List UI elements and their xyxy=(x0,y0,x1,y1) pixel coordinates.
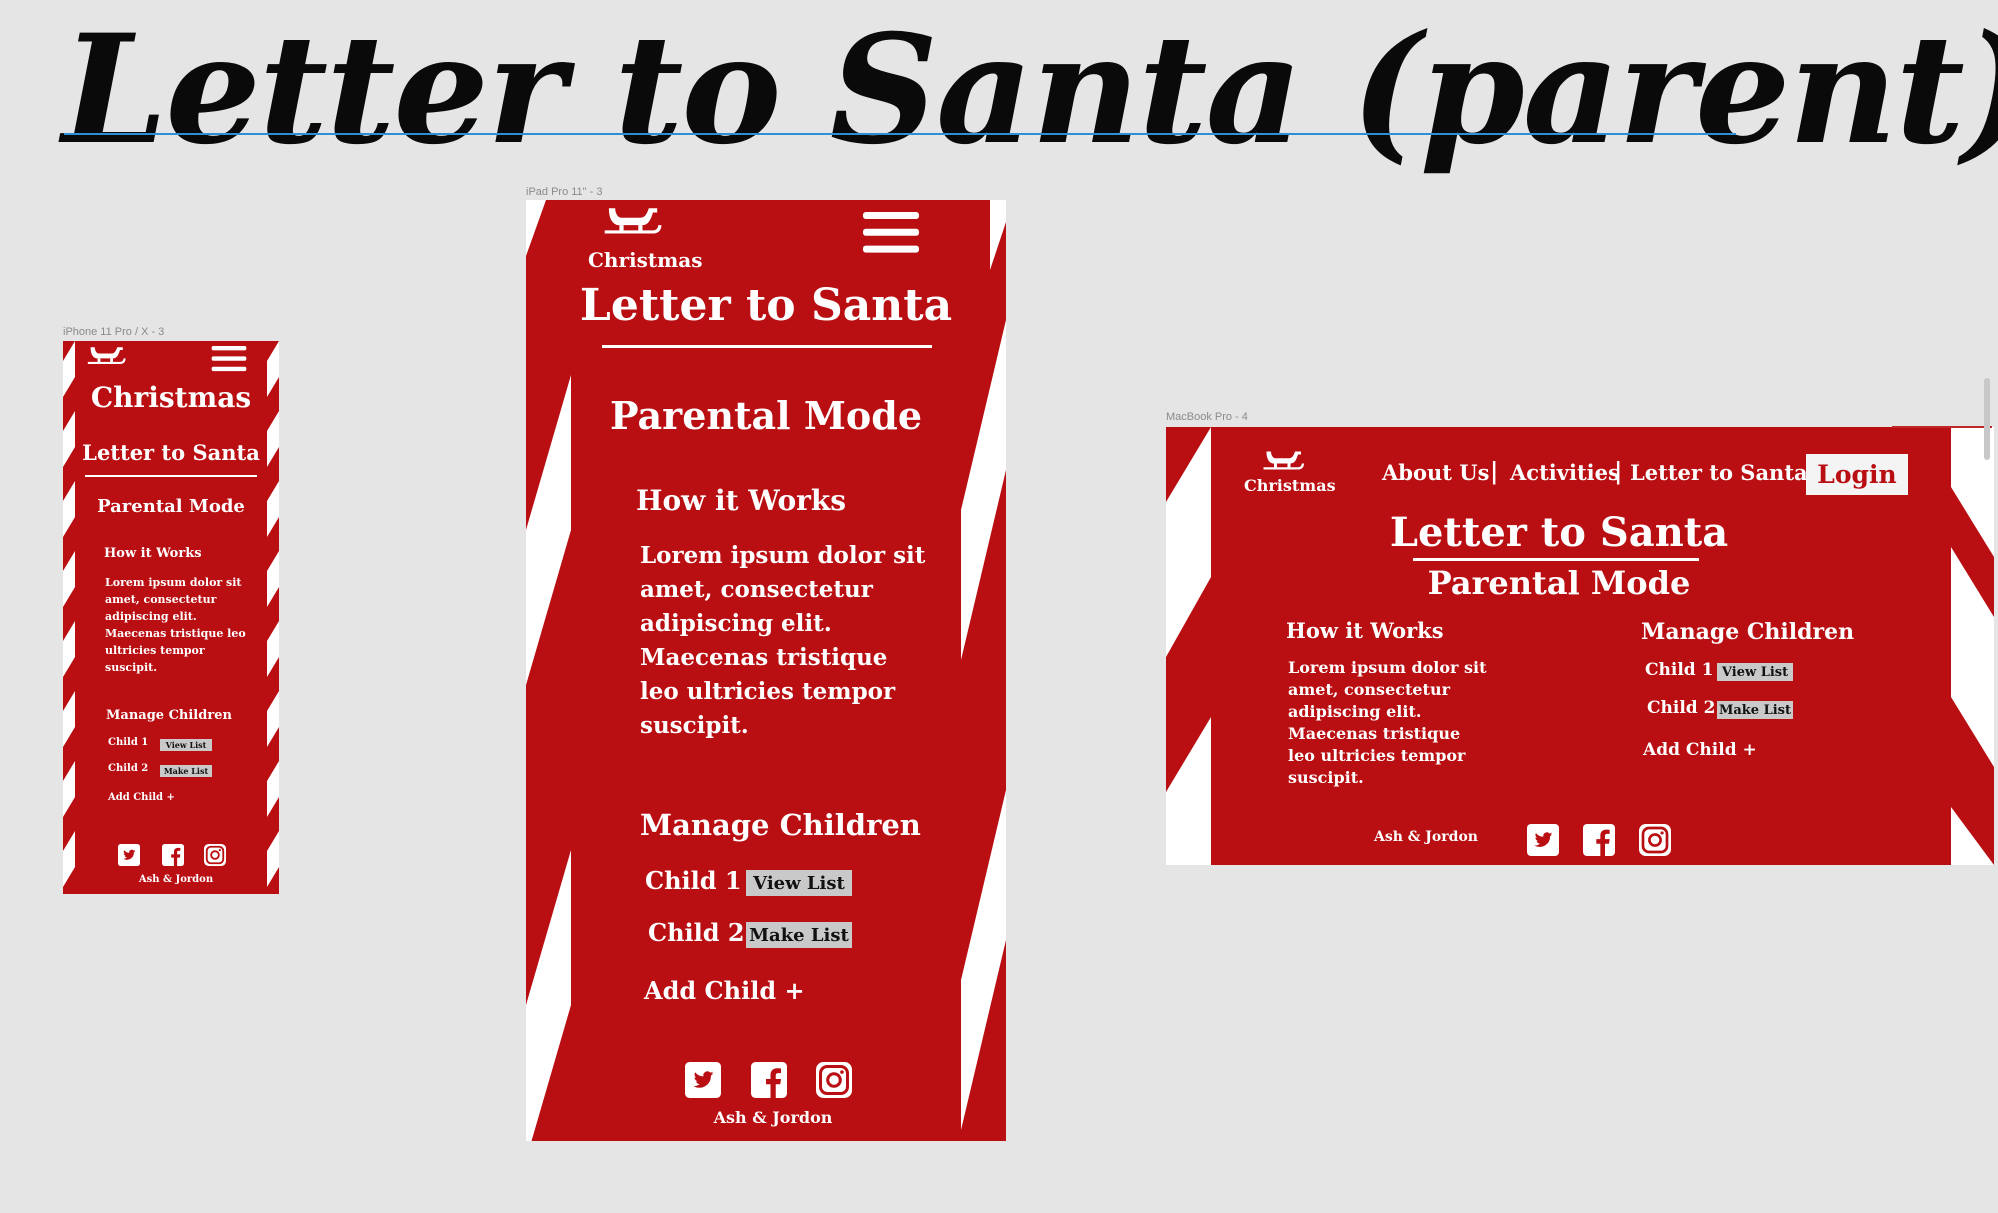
body-line-3: adipiscing elit. xyxy=(1288,702,1422,721)
body-line-1: Lorem ipsum dolor sit xyxy=(1288,658,1487,677)
how-it-works-heading: How it Works xyxy=(104,546,202,561)
body-line-4: Maecenas tristique xyxy=(1288,724,1461,743)
nav-about-us[interactable]: About Us xyxy=(1382,460,1489,485)
brand-label: Christmas xyxy=(1244,476,1336,495)
child-1-label: Child 1 xyxy=(645,866,742,895)
facebook-icon[interactable] xyxy=(162,844,184,866)
body-line-1: Lorem ipsum dolor sit xyxy=(640,542,926,569)
child-2-label: Child 2 xyxy=(1647,698,1716,718)
manage-children-heading: Manage Children xyxy=(640,808,921,842)
nav-activities[interactable]: Activities xyxy=(1510,460,1620,485)
make-list-button[interactable]: Make List xyxy=(746,922,852,948)
twitter-icon[interactable] xyxy=(685,1062,721,1098)
title-underline xyxy=(602,345,932,348)
phone-frame-label: iPhone 11 Pro / X - 3 xyxy=(63,326,165,338)
how-it-works-heading: How it Works xyxy=(636,484,847,517)
add-child-link[interactable]: Add Child + xyxy=(644,976,805,1005)
frame-selection-edge xyxy=(1892,426,1992,428)
instagram-icon[interactable] xyxy=(204,844,226,866)
manage-children-heading: Manage Children xyxy=(1641,619,1855,645)
title-underline xyxy=(1413,558,1699,561)
title-underline xyxy=(85,475,257,477)
how-it-works-heading: How it Works xyxy=(1286,618,1444,643)
phone-frame: Christmas Letter to Santa Parental Mode … xyxy=(63,341,279,894)
body-line-2: amet, consectetur xyxy=(640,576,873,603)
parental-mode-heading: Parental Mode xyxy=(1427,564,1691,602)
child-1-label: Child 1 xyxy=(108,737,149,748)
login-button[interactable]: Login xyxy=(1806,454,1908,495)
parental-mode-heading: Parental Mode xyxy=(97,496,245,517)
desktop-frame-label: MacBook Pro - 4 xyxy=(1166,411,1248,423)
facebook-icon[interactable] xyxy=(751,1062,787,1098)
letter-title: Letter to Santa xyxy=(82,440,260,465)
letter-title: Letter to Santa xyxy=(579,280,953,331)
view-list-button[interactable]: View List xyxy=(746,870,852,896)
tablet-frame: Christmas Letter to Santa Parental Mode … xyxy=(526,200,1006,1141)
how-it-works-body: Lorem ipsum dolor sit amet, consectetur … xyxy=(105,576,246,674)
hamburger-menu-icon[interactable] xyxy=(862,212,920,254)
view-list-button[interactable]: View List xyxy=(160,739,212,751)
canvas-scrollbar[interactable] xyxy=(1984,378,1990,460)
body-line-4: Maecenas tristique xyxy=(640,644,888,671)
footer-credit: Ash & Jordon xyxy=(138,874,214,885)
nav-letter-to-santa[interactable]: Letter to Santa xyxy=(1630,460,1808,485)
body-line-2: amet, consectetur xyxy=(1288,680,1451,699)
body-line-6: suscipit. xyxy=(640,712,749,739)
child-2-label: Child 2 xyxy=(648,918,745,947)
title-guide-line xyxy=(64,133,1736,135)
parental-mode-heading: Parental Mode xyxy=(610,393,922,438)
manage-children-heading: Manage Children xyxy=(106,708,232,723)
body-line-3: adipiscing elit. xyxy=(640,610,832,637)
letter-title: Letter to Santa xyxy=(1389,509,1729,556)
twitter-icon[interactable] xyxy=(118,844,140,866)
sleigh-icon[interactable] xyxy=(1260,447,1306,477)
footer-credit: Ash & Jordon xyxy=(1374,829,1478,845)
child-1-label: Child 1 xyxy=(1645,660,1714,680)
brand-label: Christmas xyxy=(588,248,703,272)
instagram-icon[interactable] xyxy=(816,1062,852,1098)
footer-credit: Ash & Jordon xyxy=(713,1108,833,1127)
sleigh-icon[interactable] xyxy=(600,202,664,244)
page-title: Letter to Santa (parent) xyxy=(62,2,1998,178)
hamburger-menu-icon[interactable] xyxy=(209,346,249,372)
twitter-icon[interactable] xyxy=(1527,824,1559,856)
instagram-icon[interactable] xyxy=(1639,824,1671,856)
sleigh-icon[interactable] xyxy=(85,343,127,371)
nav-separator: | xyxy=(1614,458,1623,485)
child-2-label: Child 2 xyxy=(108,763,149,774)
add-child-link[interactable]: Add Child + xyxy=(108,792,175,803)
make-list-button[interactable]: Make List xyxy=(160,765,212,777)
brand-title: Christmas xyxy=(90,381,252,414)
body-line-6: suscipit. xyxy=(1288,768,1364,787)
body-line-5: leo ultricies tempor xyxy=(640,678,896,705)
body-line-5: leo ultricies tempor xyxy=(1288,746,1466,765)
facebook-icon[interactable] xyxy=(1583,824,1615,856)
tablet-frame-label: iPad Pro 11" - 3 xyxy=(526,186,603,198)
desktop-frame: Christmas About Us | Activities | Letter… xyxy=(1166,427,1994,865)
nav-separator: | xyxy=(1490,458,1499,485)
add-child-link[interactable]: Add Child + xyxy=(1643,740,1757,760)
make-list-button[interactable]: Make List xyxy=(1717,701,1793,719)
view-list-button[interactable]: View List xyxy=(1717,663,1793,681)
